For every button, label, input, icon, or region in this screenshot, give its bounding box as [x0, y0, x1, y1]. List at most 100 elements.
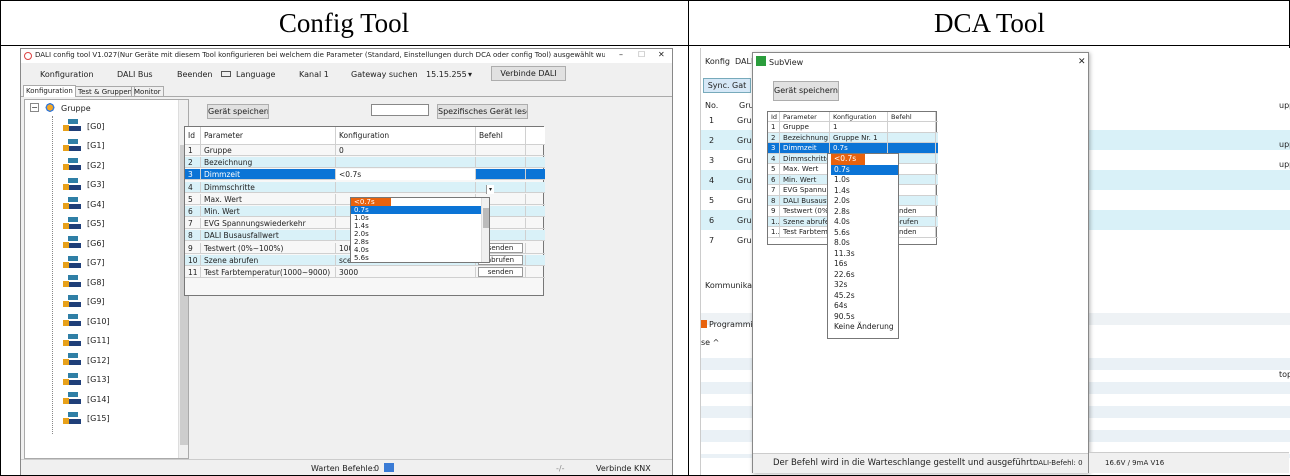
tree-group-item[interactable]: [G1] — [63, 138, 105, 154]
dropdown-option[interactable]: 5.6s — [351, 254, 489, 262]
device-address-input[interactable] — [371, 104, 429, 116]
tree-collapse-toggle[interactable]: − — [30, 103, 39, 112]
command-button[interactable]: senden — [478, 267, 523, 277]
connect-dali-button[interactable]: Verbinde DALI — [491, 66, 566, 81]
dca-dropdown-option[interactable]: 45.2s — [831, 291, 898, 302]
tree-group-item[interactable]: [G4] — [63, 196, 105, 212]
tree-group-item[interactable]: [G0] — [63, 118, 105, 134]
tab-konfiguration[interactable]: Konfiguration — [23, 85, 76, 97]
dca-dropdown-option[interactable]: 1.4s — [831, 186, 898, 197]
dca-dropdown-option[interactable]: <0.7s — [831, 154, 865, 165]
chevron-down-icon[interactable]: ▾ — [468, 69, 472, 80]
cell-konfiguration[interactable]: 3000 — [336, 267, 476, 278]
dca-dropdown-option[interactable]: 32s — [831, 280, 898, 291]
dca-dropdown-option[interactable]: 11.3s — [831, 249, 898, 260]
tree-group-item[interactable]: [G7] — [63, 255, 105, 271]
menu-konfiguration[interactable]: Konfiguration — [40, 69, 94, 80]
subview-table-row[interactable]: 2 Bezeichnung Gruppe Nr. 1 — [768, 132, 938, 144]
dca-dropdown-option[interactable]: 4.0s — [831, 217, 898, 228]
cell-id: 7 — [185, 218, 201, 230]
cell-id: 3 — [185, 169, 201, 181]
bg-menu-dali[interactable]: DALI — [735, 56, 753, 67]
cell-id: 4 — [768, 153, 780, 165]
tree-group-item[interactable]: [G8] — [63, 274, 105, 290]
dca-dropdown-option[interactable]: 0.7s — [831, 164, 898, 175]
dropdown-scroll-thumb[interactable] — [483, 208, 489, 228]
cell-befehl[interactable] — [888, 122, 936, 133]
cell-parameter: Szene abrufen — [201, 254, 336, 266]
read-specific-device-button[interactable]: Spezifisches Gerät lesen — [437, 104, 528, 119]
status-middle: -/- — [556, 464, 565, 473]
cell-parameter: DALI Busausfa... — [780, 195, 830, 207]
tree-group-item[interactable]: [G15] — [63, 411, 110, 427]
dropdown-option[interactable]: 2.0s — [351, 230, 489, 238]
tree-group-item[interactable]: [G13] — [63, 372, 110, 388]
subview-table-row[interactable]: 1 Gruppe 1 — [768, 122, 938, 133]
tab-test-gruppen[interactable]: Test & Gruppen — [75, 86, 136, 97]
dca-dropdown-option[interactable]: 16s — [831, 259, 898, 270]
menu-language[interactable]: Language — [236, 69, 275, 80]
table-row[interactable]: 3 Dimmzeit <0.7s — [185, 169, 545, 181]
tree-group-item[interactable]: [G2] — [63, 157, 105, 173]
subview-table-row[interactable]: 3 Dimmzeit 0.7s — [768, 143, 938, 154]
dca-dropdown-option[interactable]: 2.8s — [831, 207, 898, 218]
cell-konfiguration[interactable] — [336, 181, 476, 193]
cell-konfiguration[interactable]: <0.7s — [336, 169, 476, 181]
cell-befehl[interactable] — [888, 132, 936, 144]
close-icon[interactable]: ✕ — [1078, 57, 1086, 68]
cell-konfiguration[interactable]: 1 — [830, 122, 888, 133]
dimmzeit-dropdown: <0.7s 0.7s 1.0s 1.4s 2.0s 2.8s 4.0s 5.6s — [350, 197, 490, 263]
dropdown-scrollbar[interactable] — [481, 198, 489, 262]
dca-dropdown-option[interactable]: 5.6s — [831, 228, 898, 239]
dropdown-option[interactable]: <0.7s — [351, 198, 391, 206]
bg-sync-button[interactable]: Sync. Gat — [703, 78, 751, 93]
dca-dropdown-option[interactable]: Keine Änderung — [831, 322, 898, 333]
group-icon — [63, 158, 83, 172]
maximize-icon[interactable]: ☐ — [638, 50, 645, 59]
dca-dropdown-option[interactable]: 90.5s — [831, 312, 898, 323]
dropdown-option[interactable]: 1.0s — [351, 214, 489, 222]
group-icon — [63, 138, 83, 153]
cell-konfiguration[interactable]: Gruppe Nr. 1 — [830, 132, 888, 144]
bg-menu-konfig[interactable]: Konfig — [705, 56, 730, 67]
dca-dropdown-option[interactable]: 64s — [831, 301, 898, 312]
tree-group-item[interactable]: [G6] — [63, 235, 105, 251]
tree-root-label[interactable]: Gruppe — [61, 104, 91, 113]
tree-group-item[interactable]: [G10] — [63, 313, 110, 329]
table-row[interactable]: 11 Test Farbtemperatur(1000~9000) 3000 send… — [185, 267, 545, 278]
subview-save-button[interactable]: Gerät speichern — [773, 81, 839, 101]
close-icon[interactable]: ✕ — [658, 50, 665, 59]
tree-group-label: [G14] — [87, 394, 110, 404]
cell-konfiguration[interactable] — [336, 157, 476, 169]
dca-dropdown-option[interactable]: 8.0s — [831, 238, 898, 249]
dropdown-option[interactable]: 4.0s — [351, 246, 489, 254]
connect-knx-status[interactable]: Verbinde KNX — [596, 463, 651, 474]
menu-dali-bus[interactable]: DALI Bus — [117, 69, 153, 80]
cell-id: 11 — [185, 267, 201, 278]
tree-group-item[interactable]: [G3] — [63, 177, 105, 193]
table-row[interactable]: 2 Bezeichnung — [185, 157, 545, 169]
tab-monitor[interactable]: Monitor — [131, 86, 164, 97]
tree-group-item[interactable]: [G5] — [63, 216, 105, 232]
dropdown-option[interactable]: 0.7s — [351, 206, 481, 214]
save-device-button[interactable]: Gerät speichern — [207, 104, 269, 119]
cell-id: 3 — [768, 143, 780, 154]
cell-konfiguration[interactable]: 0 — [336, 145, 476, 156]
tree-group-item[interactable]: [G9] — [63, 294, 105, 310]
gateway-address-select[interactable]: 15.15.255 — [426, 69, 467, 80]
channel-label: Kanal 1 — [299, 70, 329, 79]
dropdown-option[interactable]: 1.4s — [351, 222, 489, 230]
dropdown-option[interactable]: 2.8s — [351, 238, 489, 246]
tree-group-item[interactable]: [G11] — [63, 333, 110, 349]
dca-dropdown-option[interactable]: 22.6s — [831, 270, 898, 281]
table-row[interactable]: 1 Gruppe 0 — [185, 145, 545, 156]
dali-command-count: DALI-Befehl: 0 — [1033, 459, 1083, 467]
dca-dropdown-option[interactable]: 1.0s — [831, 175, 898, 186]
dimmzeit-combo-arrow[interactable]: ▾ — [486, 185, 494, 194]
dca-dropdown-option[interactable]: 2.0s — [831, 196, 898, 207]
menu-beenden[interactable]: Beenden — [177, 69, 212, 80]
minimize-icon[interactable]: – — [619, 50, 623, 59]
tree-group-item[interactable]: [G12] — [63, 352, 110, 368]
tree-group-item[interactable]: [G14] — [63, 391, 110, 407]
gateway-search-button[interactable]: Gateway suchen — [351, 69, 418, 80]
